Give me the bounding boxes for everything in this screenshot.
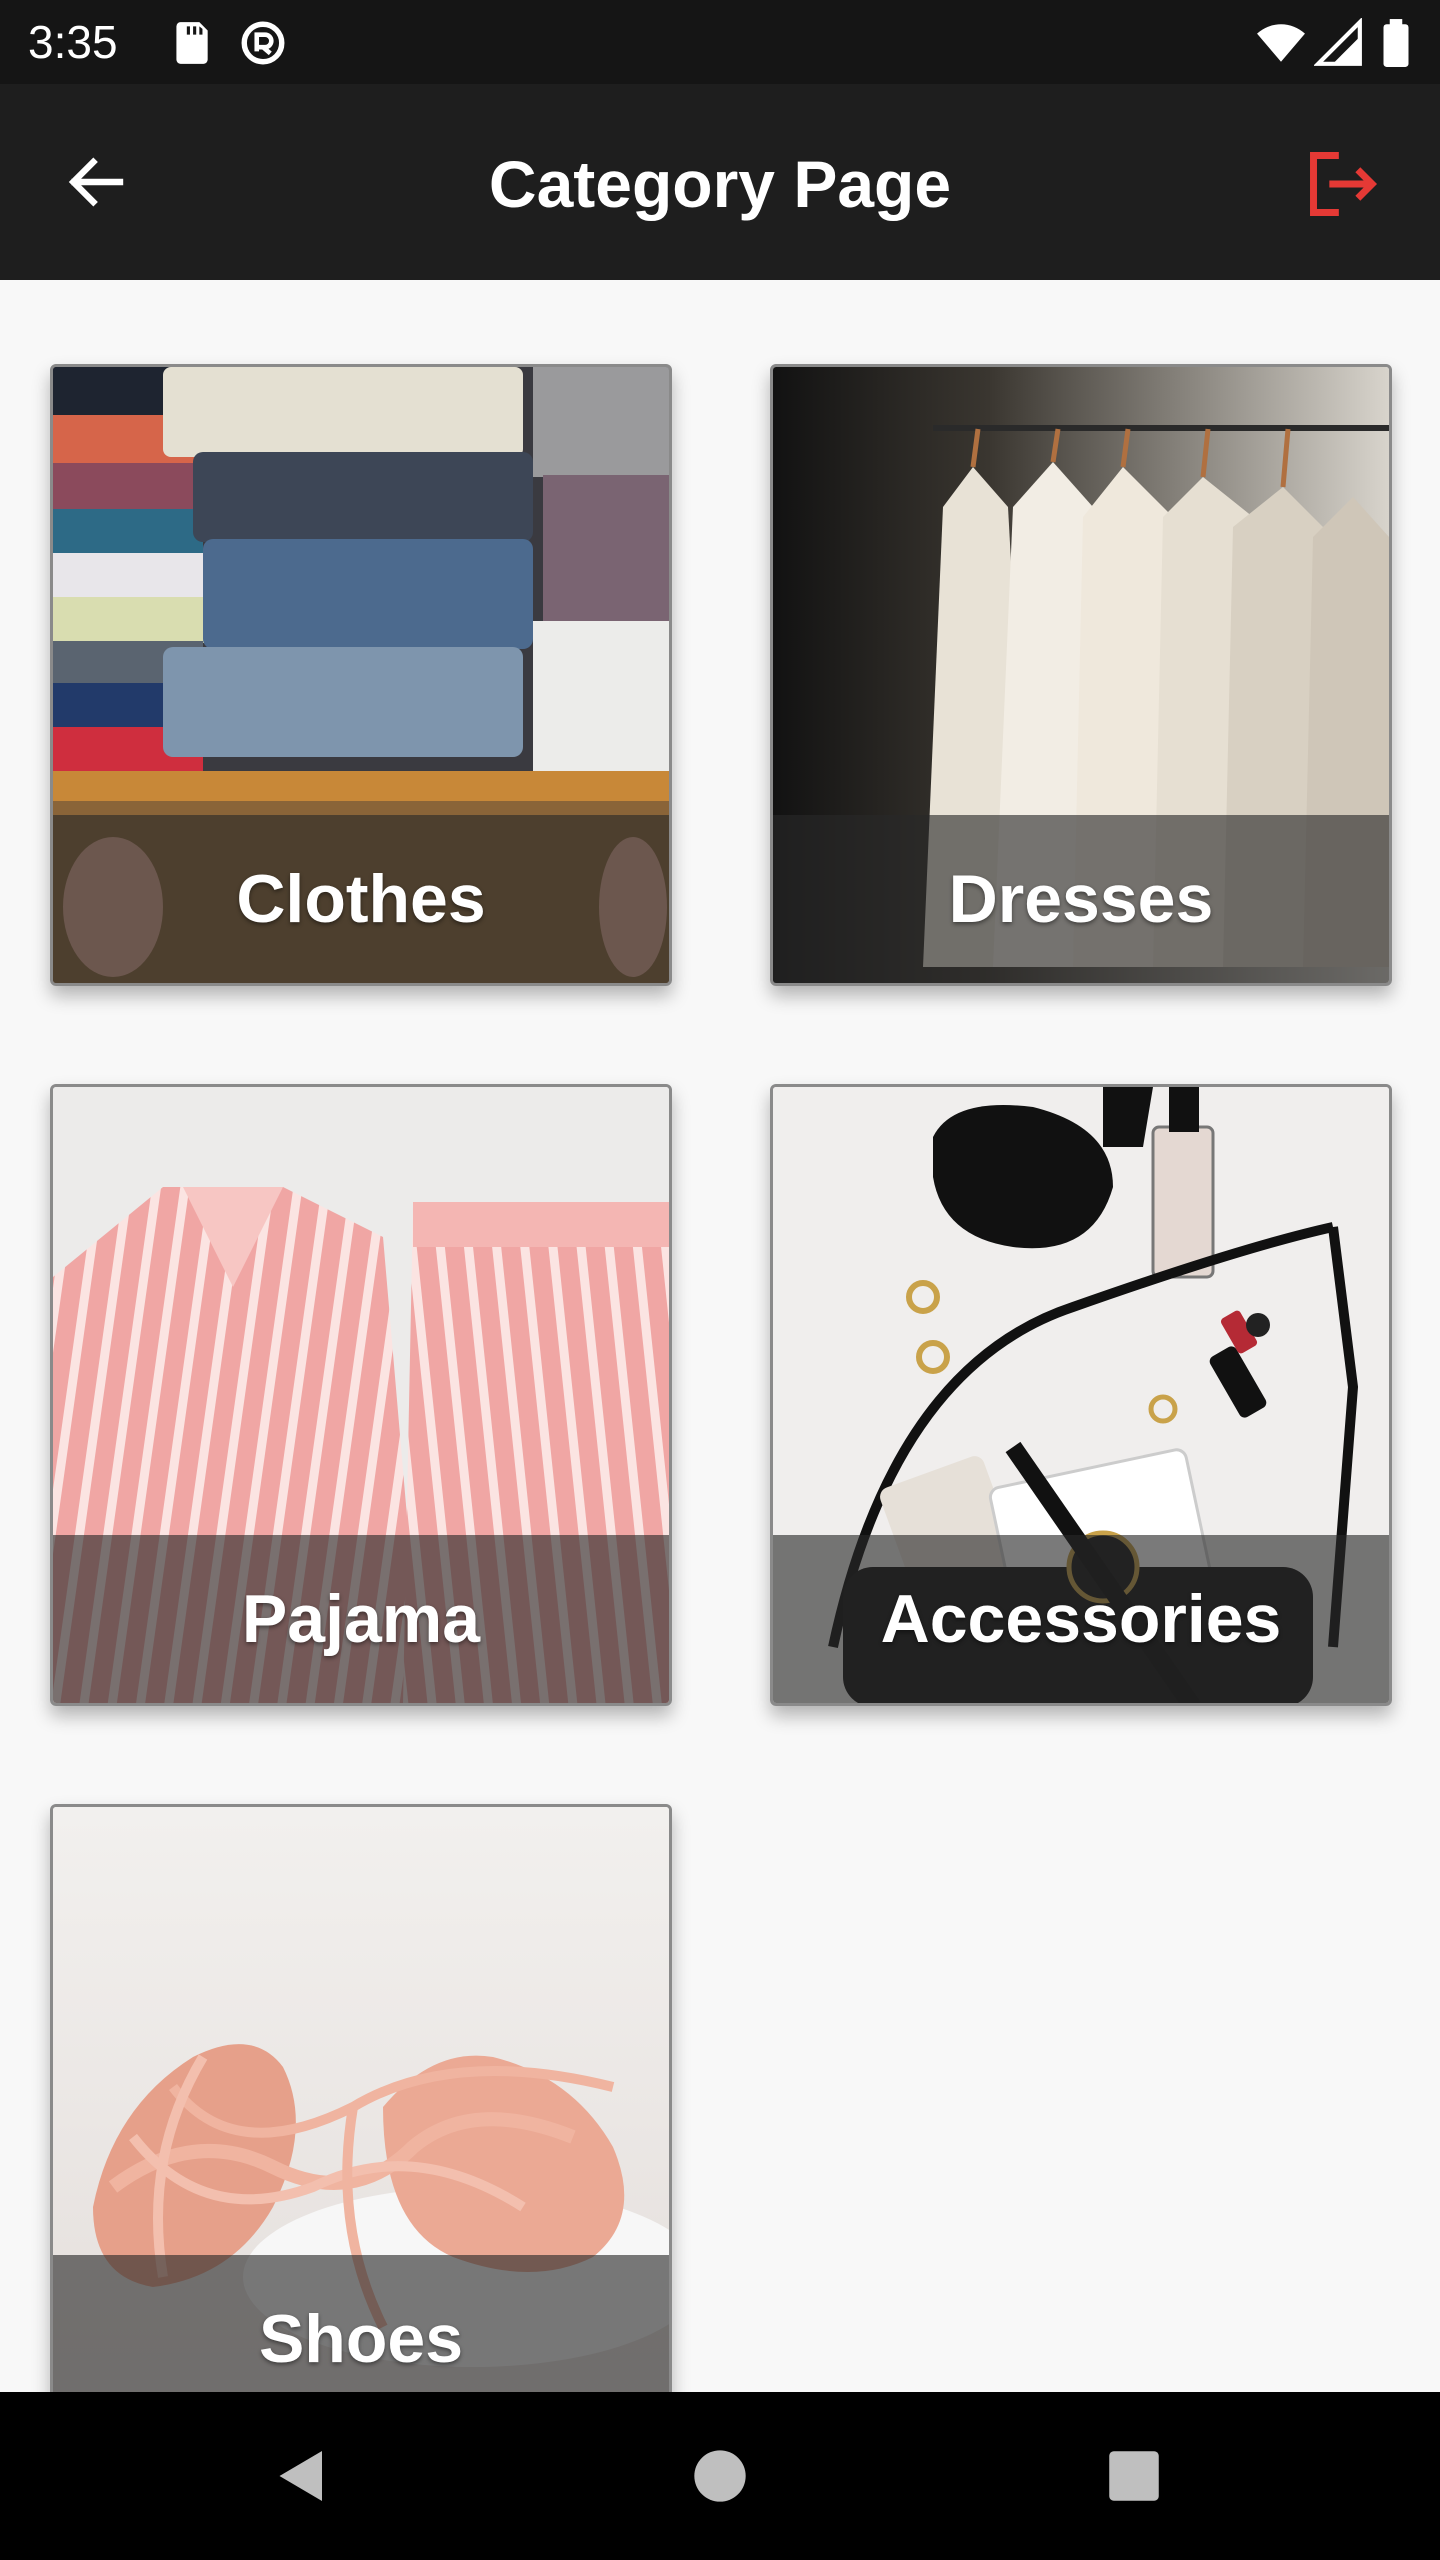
category-label: Clothes bbox=[236, 861, 486, 937]
system-nav-bar bbox=[0, 2392, 1440, 2560]
nav-home-icon bbox=[694, 2450, 746, 2502]
category-card-dresses[interactable]: Dresses bbox=[770, 364, 1392, 986]
card-label-band: Accessories bbox=[773, 1535, 1389, 1703]
app-bar: Category Page bbox=[0, 84, 1440, 280]
category-label: Pajama bbox=[241, 1581, 481, 1657]
status-time: 3:35 bbox=[28, 16, 118, 68]
vpn-icon bbox=[238, 18, 288, 68]
nav-back-icon bbox=[279, 2451, 322, 2501]
logout-icon bbox=[1310, 152, 1378, 216]
nav-home-button[interactable] bbox=[680, 2436, 760, 2516]
status-bar: 3:35 bbox=[0, 0, 1440, 84]
card-label-band: Clothes bbox=[53, 815, 669, 983]
card-label-band: Dresses bbox=[773, 815, 1389, 983]
category-card-shoes[interactable]: Shoes bbox=[50, 1804, 672, 2392]
category-label: Dresses bbox=[948, 861, 1214, 937]
category-label: Shoes bbox=[258, 2301, 464, 2377]
card-label-band: Shoes bbox=[53, 2255, 669, 2392]
sd-card-icon bbox=[166, 18, 216, 68]
logout-button[interactable] bbox=[1300, 142, 1384, 226]
signal-icon bbox=[1314, 18, 1364, 68]
category-card-accessories[interactable]: Accessories bbox=[770, 1084, 1392, 1706]
page-title: Category Page bbox=[488, 147, 952, 221]
wifi-icon bbox=[1256, 18, 1306, 68]
battery-icon bbox=[1376, 18, 1416, 68]
nav-recents-icon bbox=[1109, 2451, 1159, 2501]
nav-recents-button[interactable] bbox=[1094, 2436, 1174, 2516]
category-label: Accessories bbox=[880, 1581, 1282, 1657]
category-grid: Clothes Dresses Pajama Accessories Shoes bbox=[0, 280, 1440, 2392]
nav-back-button[interactable] bbox=[262, 2436, 342, 2516]
category-card-clothes[interactable]: Clothes bbox=[50, 364, 672, 986]
card-label-band: Pajama bbox=[53, 1535, 669, 1703]
category-card-pajama[interactable]: Pajama bbox=[50, 1084, 672, 1706]
